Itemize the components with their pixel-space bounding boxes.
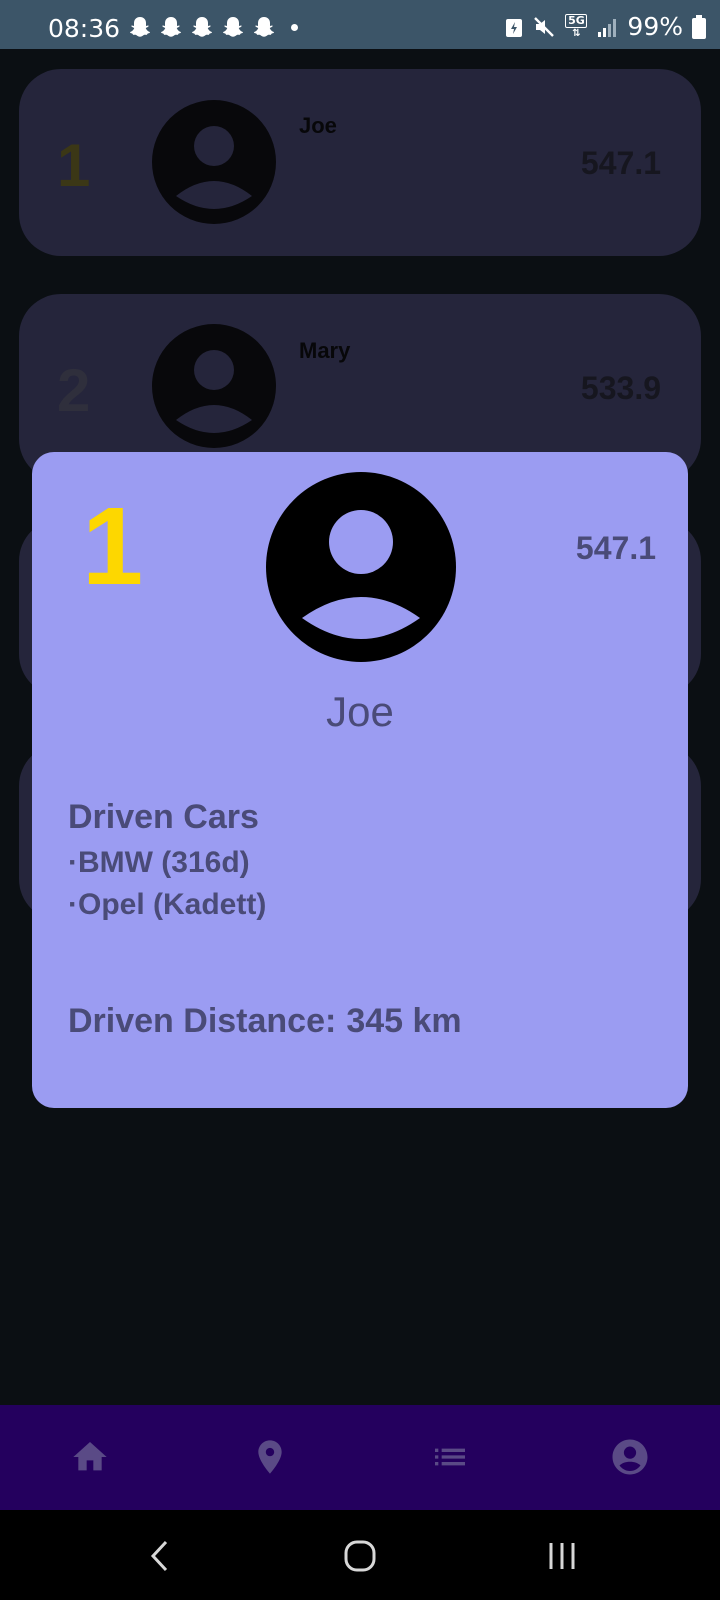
more-notifications-dot (291, 23, 298, 31)
avatar-icon (152, 100, 276, 224)
leaderboard-item[interactable]: 1 Joe 547.1 (19, 69, 701, 256)
account-icon (612, 1439, 648, 1475)
nav-leaderboard[interactable] (428, 1435, 472, 1479)
driven-distance: Driven Distance: 345 km (68, 1002, 472, 1041)
recents-button[interactable] (538, 1532, 586, 1580)
system-navigation-bar (0, 1510, 720, 1600)
home-icon (73, 1442, 107, 1471)
snapchat-icon (130, 17, 150, 37)
recents-icon (549, 1543, 575, 1569)
snapchat-icon (192, 17, 212, 37)
home-button[interactable] (336, 1532, 384, 1580)
battery-percentage: 99% (627, 12, 683, 41)
status-time: 08:36 (48, 14, 121, 43)
back-button[interactable] (136, 1532, 184, 1580)
list-icon (435, 1448, 465, 1466)
avatar-icon (266, 472, 456, 662)
snapchat-icon (223, 17, 243, 37)
signal-icon (598, 18, 617, 37)
avatar-icon (152, 324, 276, 448)
dialog-rank: 1 (82, 485, 144, 608)
car-item: ·BMW (316d) (68, 846, 250, 879)
driven-cars-list: ·BMW (316d) ·Opel (Kadett) (68, 842, 266, 926)
bottom-navigation (0, 1405, 720, 1510)
nav-profile[interactable] (608, 1435, 652, 1479)
mute-icon (534, 16, 555, 37)
snapchat-icon (161, 17, 181, 37)
player-name: Mary (299, 338, 351, 363)
notification-icons (128, 16, 298, 38)
dialog-score: 547.1 (575, 530, 656, 566)
player-detail-dialog: 1 547.1 Joe Driven Cars ·BMW (316d) ·Ope… (32, 452, 688, 1108)
battery-icon (692, 14, 706, 39)
status-indicators: 5G ⇅ 99% (505, 12, 706, 41)
snapchat-icon (254, 17, 274, 37)
network-type: 5G ⇅ (565, 13, 588, 40)
driven-cars-title: Driven Cars (68, 798, 259, 836)
home-circle-icon (344, 1540, 376, 1572)
back-icon (150, 1540, 168, 1572)
battery-saver-icon (506, 18, 523, 37)
player-name: Joe (299, 113, 337, 138)
dialog-player-name: Joe (326, 688, 394, 735)
rank-number: 1 (57, 132, 91, 199)
rank-number: 2 (57, 357, 91, 424)
car-item: ·Opel (Kadett) (68, 888, 267, 921)
status-bar: 08:36 5G ⇅ 99% (0, 0, 720, 49)
location-pin-icon (258, 1440, 282, 1474)
distance-label: Driven Distance: (68, 1002, 337, 1040)
player-score: 533.9 (580, 370, 661, 406)
nav-map[interactable] (248, 1435, 292, 1479)
nav-home[interactable] (68, 1435, 112, 1479)
distance-value: 345 km (346, 1002, 462, 1040)
player-score: 547.1 (580, 145, 661, 181)
